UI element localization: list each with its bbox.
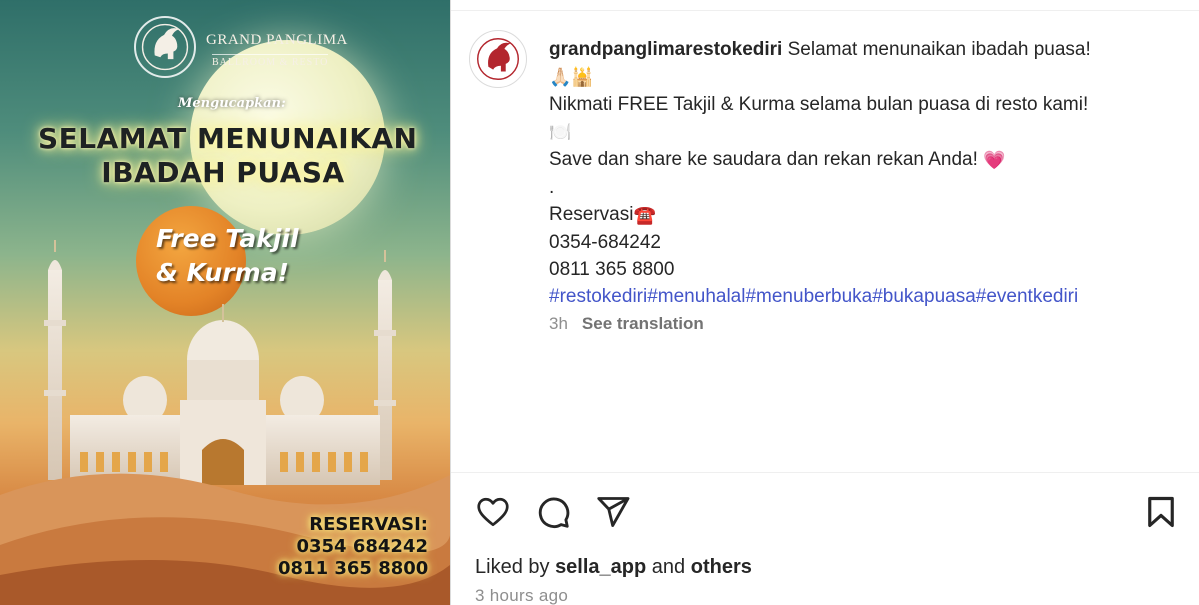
- likes-summary: Liked by sella_app and others: [475, 556, 752, 579]
- share-icon: [597, 497, 630, 527]
- username-link[interactable]: grandpanglimarestokediri: [549, 39, 782, 60]
- brand-name: GRAND PANGLIMA: [206, 32, 348, 48]
- heart-icon: [477, 497, 509, 527]
- heart-emoji: 💗: [983, 150, 1006, 171]
- liked-by-and: and: [651, 556, 686, 578]
- comment-button[interactable]: [533, 492, 573, 532]
- liked-by-others-link[interactable]: others: [691, 556, 752, 578]
- reservation-label: RESERVASI:: [309, 514, 428, 535]
- hashtag-link[interactable]: #menuhalal: [647, 286, 745, 307]
- caption-meta: 3h See translation: [549, 314, 704, 334]
- post-details-panel: grandpanglimarestokediri Selamat menunai…: [451, 0, 1199, 605]
- post-caption: grandpanglimarestokediri Selamat menunai…: [549, 36, 1189, 310]
- caption-phone-1: 0354-684242: [549, 232, 661, 253]
- comment-icon: [538, 497, 570, 528]
- post-timestamp[interactable]: 3 hours ago: [475, 586, 568, 605]
- brand-subtitle: BALLROOM & RESTO: [212, 54, 329, 68]
- caption-phone-2: 0811 365 8800: [549, 259, 675, 280]
- plate-cutlery-emoji: 🍽️: [549, 122, 572, 143]
- greeting-line-1: SELAMAT MENUNAIKAN: [38, 122, 418, 155]
- caption-separator: .: [549, 177, 555, 198]
- hashtag-list: #restokediri#menuhalal#menuberbuka#bukap…: [549, 283, 1189, 310]
- pray-mosque-emoji: 🙏🏻🕌: [549, 67, 594, 88]
- avatar[interactable]: [469, 30, 527, 88]
- liked-by-prefix: Liked by: [475, 556, 550, 578]
- greeting-heading: SELAMAT MENUNAIKAN IBADAH PUASA: [38, 122, 418, 190]
- reservation-phone-2: 0811 365 8800: [278, 558, 429, 579]
- header-divider: [451, 10, 1199, 11]
- bookmark-icon: [1148, 496, 1174, 528]
- like-button[interactable]: [473, 492, 513, 532]
- hashtag-link[interactable]: #menuberbuka: [745, 286, 872, 307]
- caption-time[interactable]: 3h: [549, 314, 568, 333]
- brand-logo: GRAND PANGLIMA BALLROOM & RESTO: [130, 14, 347, 86]
- post-image[interactable]: GRAND PANGLIMA BALLROOM & RESTO Mengucap…: [0, 0, 450, 605]
- hashtag-link[interactable]: #bukapuasa: [872, 286, 976, 307]
- save-button[interactable]: [1141, 492, 1181, 532]
- action-bar: [473, 492, 1193, 532]
- share-button[interactable]: [593, 492, 633, 532]
- caption-text-3: Save dan share ke saudara dan rekan reka…: [549, 149, 978, 170]
- see-translation-button[interactable]: See translation: [582, 314, 704, 333]
- caption-text-1: Selamat menunaikan ibadah puasa!: [787, 39, 1091, 60]
- telephone-emoji: ☎️: [633, 205, 656, 226]
- intro-text: Mengucapkan:: [178, 96, 286, 111]
- caption-text-2: Nikmati FREE Takjil & Kurma selama bulan…: [549, 94, 1089, 115]
- spartan-helmet-icon: [134, 16, 196, 78]
- reservation-caption-label: Reservasi: [549, 204, 634, 225]
- reservation-phone-1: 0354 684242: [296, 536, 428, 557]
- liked-by-user-link[interactable]: sella_app: [555, 556, 646, 578]
- greeting-line-2: IBADAH PUASA: [101, 156, 345, 189]
- hashtag-link[interactable]: #eventkediri: [976, 286, 1078, 307]
- reservation-block: RESERVASI: 0354 684242 0811 365 8800: [278, 514, 428, 580]
- actions-divider: [451, 472, 1199, 473]
- hashtag-link[interactable]: #restokediri: [549, 286, 647, 307]
